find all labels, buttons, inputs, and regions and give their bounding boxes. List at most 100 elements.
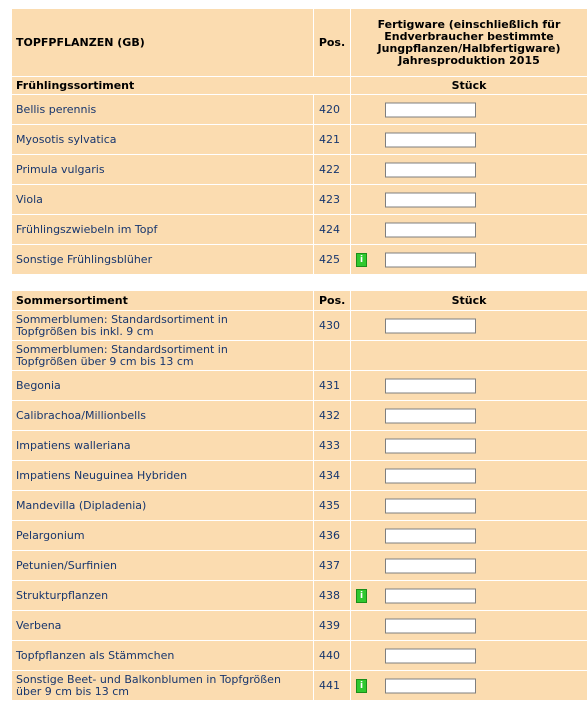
- table-row: Pelargonium 436: [11, 520, 587, 551]
- quantity-input[interactable]: [385, 132, 476, 147]
- row-quantity-cell: [350, 94, 587, 125]
- table-row: Sonstige Frühlingsblüher 425 i: [11, 244, 587, 275]
- row-quantity-cell: [350, 400, 587, 431]
- row-pos: 425: [313, 244, 351, 275]
- table-row: Calibrachoa/Millionbells 432: [11, 400, 587, 431]
- table-row: Sommerblumen: Standardsortiment in Topfg…: [11, 310, 587, 341]
- quantity-input[interactable]: [385, 678, 476, 693]
- row-pos: 423: [313, 184, 351, 215]
- info-icon[interactable]: i: [356, 252, 367, 267]
- row-label-line: über 9 cm bis 13 cm: [16, 684, 130, 698]
- row-pos: 439: [313, 610, 351, 641]
- row-quantity-cell: i: [350, 244, 587, 275]
- row-quantity-cell: [350, 550, 587, 581]
- quantity-input[interactable]: [385, 408, 476, 423]
- row-pos: 436: [313, 520, 351, 551]
- quantity-input[interactable]: [385, 222, 476, 237]
- quantity-input[interactable]: [385, 438, 476, 453]
- row-quantity-cell: [350, 370, 587, 401]
- row-label: Strukturpflanzen: [11, 580, 314, 611]
- quantity-header-line: Jahresproduktion 2015: [398, 53, 540, 67]
- pos-header: Pos.: [313, 290, 351, 311]
- form-page: TOPFPFLANZEN (GB) Pos. Fertigware (einsc…: [0, 0, 587, 717]
- row-pos: 430: [313, 310, 351, 341]
- table-row: Topfpflanzen als Stämmchen 440: [11, 640, 587, 671]
- row-pos: 437: [313, 550, 351, 581]
- row-quantity-cell: [350, 490, 587, 521]
- row-quantity-cell: [350, 154, 587, 185]
- row-pos: 431: [313, 370, 351, 401]
- row-label: Sonstige Beet- und Balkonblumen in Topfg…: [11, 670, 314, 701]
- row-pos: 432: [313, 400, 351, 431]
- row-pos: 441: [313, 670, 351, 701]
- row-label: Pelargonium: [11, 520, 314, 551]
- row-pos: 440: [313, 640, 351, 671]
- row-label: Sonstige Frühlingsblüher: [11, 244, 314, 275]
- quantity-header-line: Jungpflanzen/Halbfertigware): [377, 41, 561, 55]
- table-row: Verbena 439: [11, 610, 587, 641]
- quantity-input[interactable]: [385, 648, 476, 663]
- row-label-line: Sommerblumen: Standardsortiment in: [16, 312, 228, 326]
- info-icon[interactable]: i: [356, 678, 367, 693]
- row-pos: 424: [313, 214, 351, 245]
- row-quantity-cell: [350, 310, 587, 341]
- row-label-line: Sommerblumen: Standardsortiment in: [16, 342, 228, 356]
- row-label: Mandevilla (Dipladenia): [11, 490, 314, 521]
- table-row: Primula vulgaris 422: [11, 154, 587, 185]
- unit-label: Stück: [350, 290, 587, 311]
- quantity-input[interactable]: [385, 468, 476, 483]
- row-label: Calibrachoa/Millionbells: [11, 400, 314, 431]
- section-title: Sommersortiment: [11, 290, 314, 311]
- quantity-input[interactable]: [385, 378, 476, 393]
- table-row: Viola 423: [11, 184, 587, 215]
- quantity-header: Fertigware (einschließlich für Endverbra…: [350, 8, 587, 77]
- row-quantity-cell: [350, 430, 587, 461]
- section-title: Frühlingssortiment: [11, 76, 351, 95]
- spring-table: TOPFPFLANZEN (GB) Pos. Fertigware (einsc…: [11, 8, 587, 275]
- row-quantity-cell: [350, 184, 587, 215]
- table-row: Begonia 431: [11, 370, 587, 401]
- row-label-line: Topfgrößen bis inkl. 9 cm: [16, 324, 154, 338]
- row-quantity-cell: [350, 610, 587, 641]
- row-label-line: Sonstige Beet- und Balkonblumen in Topfg…: [16, 672, 281, 686]
- row-quantity-cell: i: [350, 580, 587, 611]
- table-row: Petunien/Surfinien 437: [11, 550, 587, 581]
- quantity-input[interactable]: [385, 252, 476, 267]
- row-label: Impatiens Neuguinea Hybriden: [11, 460, 314, 491]
- table-row: Impatiens Neuguinea Hybriden 434: [11, 460, 587, 491]
- quantity-input[interactable]: [385, 192, 476, 207]
- row-quantity-cell: [350, 460, 587, 491]
- quantity-input[interactable]: [385, 528, 476, 543]
- quantity-input[interactable]: [385, 558, 476, 573]
- info-icon[interactable]: i: [356, 588, 367, 603]
- row-quantity-cell: [350, 640, 587, 671]
- row-quantity-cell: i: [350, 670, 587, 701]
- unit-label: Stück: [350, 76, 587, 95]
- table-row: Bellis perennis 420: [11, 94, 587, 125]
- row-quantity-cell: [350, 124, 587, 155]
- row-pos: 421: [313, 124, 351, 155]
- quantity-input[interactable]: [385, 588, 476, 603]
- quantity-input[interactable]: [385, 318, 476, 333]
- quantity-input[interactable]: [385, 102, 476, 117]
- row-pos: 420: [313, 94, 351, 125]
- row-pos: [313, 340, 351, 371]
- table-row: Mandevilla (Dipladenia) 435: [11, 490, 587, 521]
- quantity-input[interactable]: [385, 618, 476, 633]
- row-label: Sommerblumen: Standardsortiment in Topfg…: [11, 340, 314, 371]
- table-row: Strukturpflanzen 438 i: [11, 580, 587, 611]
- table-gap: [0, 275, 587, 287]
- row-label: Sommerblumen: Standardsortiment in Topfg…: [11, 310, 314, 341]
- row-pos: 434: [313, 460, 351, 491]
- row-label: Impatiens walleriana: [11, 430, 314, 461]
- table-row: Myosotis sylvatica 421: [11, 124, 587, 155]
- row-label: Frühlingszwiebeln im Topf: [11, 214, 314, 245]
- row-label: Petunien/Surfinien: [11, 550, 314, 581]
- row-quantity-cell: [350, 214, 587, 245]
- quantity-input[interactable]: [385, 162, 476, 177]
- row-quantity-cell: [350, 340, 587, 371]
- table-header-row: TOPFPFLANZEN (GB) Pos. Fertigware (einsc…: [11, 8, 587, 77]
- quantity-input[interactable]: [385, 498, 476, 513]
- table-row: Impatiens walleriana 433: [11, 430, 587, 461]
- row-pos: 438: [313, 580, 351, 611]
